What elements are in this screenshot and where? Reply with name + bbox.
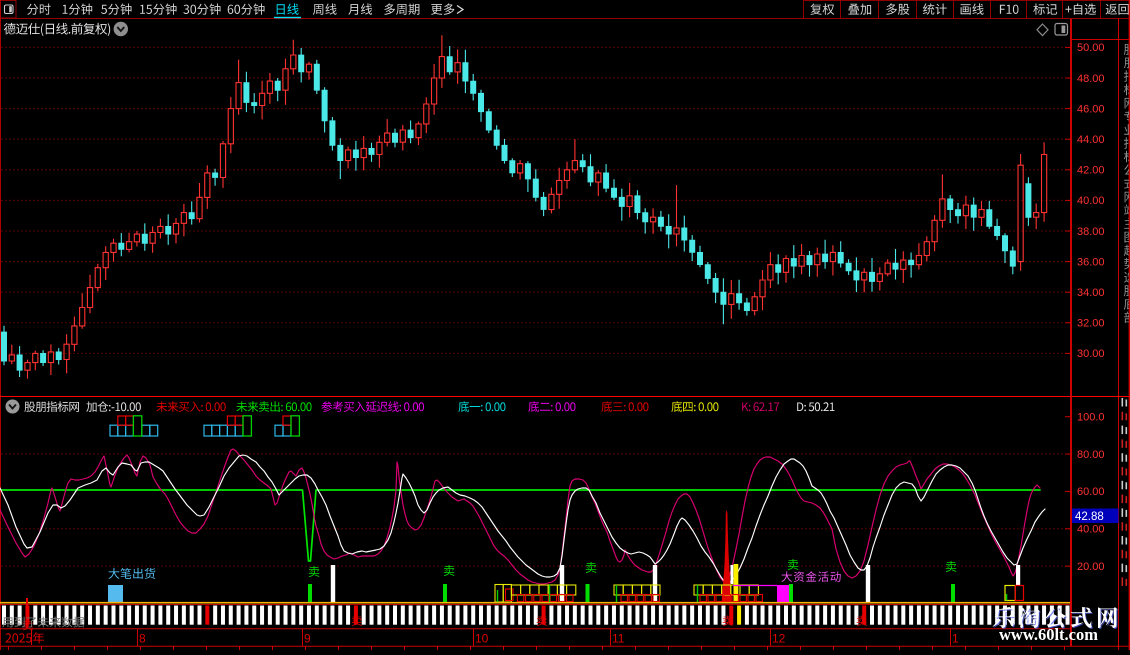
svg-text:1: 1 (952, 632, 959, 646)
svg-text:30.00: 30.00 (1077, 348, 1105, 360)
svg-text:40.00: 40.00 (1077, 195, 1105, 207)
svg-text:11: 11 (612, 632, 625, 646)
svg-text:44.00: 44.00 (1077, 134, 1105, 146)
svg-text:40.00: 40.00 (1077, 524, 1105, 536)
svg-text:www.60lt.com: www.60lt.com (999, 625, 1098, 644)
svg-text:12: 12 (772, 632, 786, 646)
svg-text:50.00: 50.00 (1077, 42, 1105, 54)
svg-text:42.00: 42.00 (1077, 165, 1105, 177)
svg-text:32.00: 32.00 (1077, 318, 1105, 330)
svg-text:42.88: 42.88 (1075, 511, 1104, 523)
svg-text:80.00: 80.00 (1077, 449, 1105, 461)
svg-text:60.00: 60.00 (1077, 486, 1105, 498)
svg-text:46.00: 46.00 (1077, 103, 1105, 115)
svg-text:8: 8 (139, 632, 146, 646)
svg-text:100.0: 100.0 (1077, 412, 1105, 424)
svg-text:34.00: 34.00 (1077, 287, 1105, 299)
svg-text:48.00: 48.00 (1077, 73, 1105, 85)
svg-text:9: 9 (304, 632, 311, 646)
svg-text:10: 10 (475, 632, 489, 646)
svg-text:20.00: 20.00 (1077, 561, 1105, 573)
svg-text:36.00: 36.00 (1077, 256, 1105, 268)
svg-text:38.00: 38.00 (1077, 226, 1105, 238)
